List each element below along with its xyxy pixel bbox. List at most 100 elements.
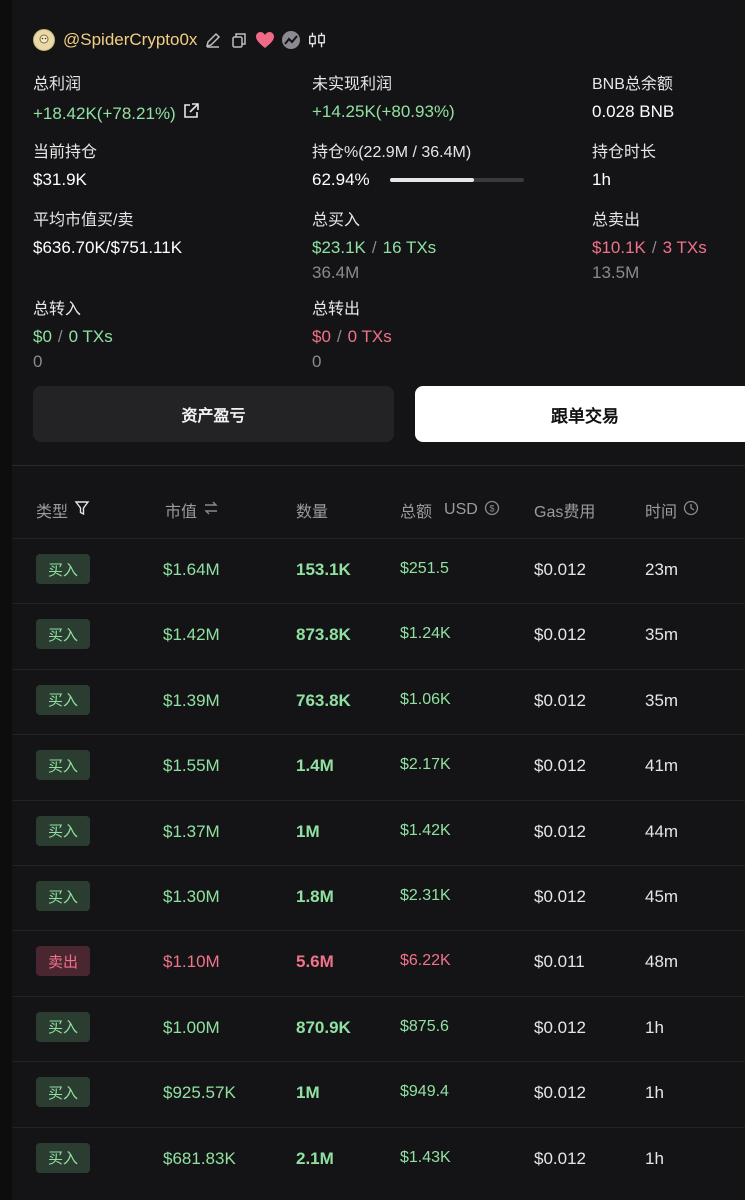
trade-mcap: $1.37M [163, 821, 220, 841]
transfer-in-amount: $0 [33, 327, 52, 346]
stat-position-pct: 持仓%(22.9M / 36.4M) 62.94% [312, 138, 524, 190]
wallet-handle[interactable]: @SpiderCrypto0x [63, 30, 197, 50]
swap-icon[interactable] [203, 500, 219, 521]
trade-mcap: $1.10M [163, 952, 220, 972]
clock-icon[interactable] [683, 500, 699, 521]
trade-gas: $0.011 [534, 952, 585, 972]
chart-icon[interactable] [281, 30, 301, 50]
trade-total: $1.24K [400, 625, 451, 643]
transfer-out-txs: 0 TXs [347, 327, 392, 346]
trade-type-badge: 买入 [36, 684, 90, 715]
copy-trade-button[interactable]: 跟单交易 [415, 386, 745, 442]
trade-gas: $0.012 [534, 690, 586, 710]
total-buy-amount: $23.1K [312, 238, 366, 257]
table-row[interactable]: 买入 $1.37M 1M $1.42K $0.012 44m [12, 800, 745, 865]
trade-mcap: $925.57K [163, 1083, 236, 1103]
stat-avg-mcap: 平均市值买/卖 $636.70K/$751.11K [33, 206, 182, 258]
total-buy-quantity: 36.4M [312, 263, 360, 282]
table-row[interactable]: 买入 $925.57K 1M $949.4 $0.012 1h [12, 1061, 745, 1126]
stat-bnb-balance: BNB总余额 0.028 BNB [592, 70, 674, 122]
stat-value: $636.70K/$751.11K [33, 238, 183, 257]
stat-value: +14.25K(+80.93%) [312, 102, 455, 121]
stat-label: 总利润 [33, 76, 82, 93]
stat-label: 当前持仓 [33, 144, 98, 161]
stat-label: 总买入 [312, 212, 361, 229]
transfer-out-amount: $0 [312, 327, 331, 346]
trade-time: 23m [645, 560, 679, 579]
stat-label: BNB总余额 [592, 76, 673, 93]
heart-icon[interactable] [255, 30, 275, 50]
trade-quantity: 763.8K [296, 690, 351, 710]
trade-total: $1.42K [400, 821, 451, 839]
stat-holding-duration: 持仓时长 1h [592, 138, 656, 190]
table-row[interactable]: 买入 $1.00M 870.9K $875.6 $0.012 1h [12, 996, 745, 1061]
copy-icon[interactable] [229, 30, 249, 50]
stat-total-sell: 总卖出 $10.1K / 3 TXs 13.5M [592, 206, 707, 283]
table-row[interactable]: 买入 $1.30M 1.8M $2.31K $0.012 45m [12, 865, 745, 930]
total-sell-amount: $10.1K [592, 238, 646, 257]
col-qty-label: 数量 [296, 504, 329, 521]
total-sell-quantity: 13.5M [592, 263, 640, 282]
trade-time: 1h [645, 1148, 664, 1168]
trade-mcap: $1.00M [163, 1017, 220, 1037]
stat-value: $31.9K [33, 170, 87, 189]
stat-label: 总转入 [33, 301, 82, 318]
total-buy-txs: 16 TXs [382, 238, 437, 257]
trade-type-badge: 买入 [36, 1142, 90, 1173]
trade-type-badge: 买入 [36, 750, 90, 781]
stat-label: 持仓时长 [592, 144, 657, 161]
col-total[interactable]: 总额 USD $ [400, 498, 500, 522]
trade-gas: $0.012 [534, 1083, 586, 1103]
edit-icon[interactable] [203, 30, 223, 50]
profile-header: @SpiderCrypto0x [33, 27, 327, 53]
trade-gas: $0.012 [534, 756, 586, 776]
trade-time: 35m [645, 690, 679, 710]
col-time[interactable]: 时间 [645, 498, 699, 522]
col-mcap[interactable]: 市值 [165, 498, 219, 522]
stat-value: 0.028 BNB [592, 102, 675, 121]
stat-total-transfer-in: 总转入 $0 / 0 TXs 0 [33, 295, 113, 372]
col-type-label: 类型 [36, 504, 69, 521]
separator: / [57, 327, 63, 346]
trade-quantity: 153.1K [296, 560, 351, 579]
trade-type-badge: 卖出 [36, 946, 90, 977]
table-row[interactable]: 买入 $1.55M 1.4M $2.17K $0.012 41m [12, 734, 745, 799]
assets-pnl-button[interactable]: 资产盈亏 [33, 386, 394, 442]
trade-time: 35m [645, 625, 679, 645]
section-divider [12, 465, 745, 466]
trade-time: 1h [645, 1017, 664, 1037]
transfer-in-txs: 0 TXs [68, 327, 113, 346]
col-gas-label: Gas费用 [534, 504, 596, 521]
trade-gas: $0.012 [534, 1148, 586, 1168]
filter-icon[interactable] [74, 500, 90, 521]
trade-quantity: 870.9K [296, 1017, 351, 1037]
wallet-detail-panel: @SpiderCrypto0x 总利润 +18.42K(+78.21%) 未实现… [12, 0, 745, 1200]
table-row[interactable]: 买入 $681.83K 2.1M $1.43K $0.012 1h [12, 1127, 745, 1192]
stat-label: 未实现利润 [312, 76, 393, 93]
currency-toggle-icon[interactable]: $ [484, 500, 500, 521]
separator: / [336, 327, 342, 346]
trade-type-badge: 买入 [36, 619, 90, 650]
table-row[interactable]: 买入 $1.42M 873.8K $1.24K $0.012 35m [12, 603, 745, 668]
trade-total: $1.06K [400, 690, 451, 708]
trade-gas: $0.012 [534, 821, 586, 841]
external-link-icon[interactable] [182, 102, 200, 125]
col-total-unit[interactable]: USD [444, 501, 478, 519]
table-row[interactable]: 买入 $1.64M 153.1K $251.5 $0.012 23m [12, 538, 745, 603]
trade-quantity: 873.8K [296, 625, 351, 645]
trade-quantity: 1.4M [296, 756, 334, 776]
trade-gas: $0.012 [534, 560, 586, 579]
col-type[interactable]: 类型 [36, 498, 90, 522]
stat-total-transfer-out: 总转出 $0 / 0 TXs 0 [312, 295, 392, 372]
trade-total: $949.4 [400, 1083, 449, 1101]
stat-label: 平均市值买/卖 [33, 212, 134, 229]
avatar-icon[interactable] [33, 29, 55, 51]
transfer-in-quantity: 0 [33, 352, 43, 371]
table-row[interactable]: 卖出 $1.10M 5.6M $6.22K $0.011 48m [12, 930, 745, 995]
candlestick-icon[interactable] [307, 30, 327, 50]
table-row[interactable]: 买入 $1.39M 763.8K $1.06K $0.012 35m [12, 669, 745, 734]
trade-quantity: 1M [296, 821, 320, 841]
trade-time: 48m [645, 952, 679, 972]
col-total-label: 总额 [400, 504, 433, 521]
stat-label: 持仓%(22.9M / 36.4M) [312, 144, 472, 161]
